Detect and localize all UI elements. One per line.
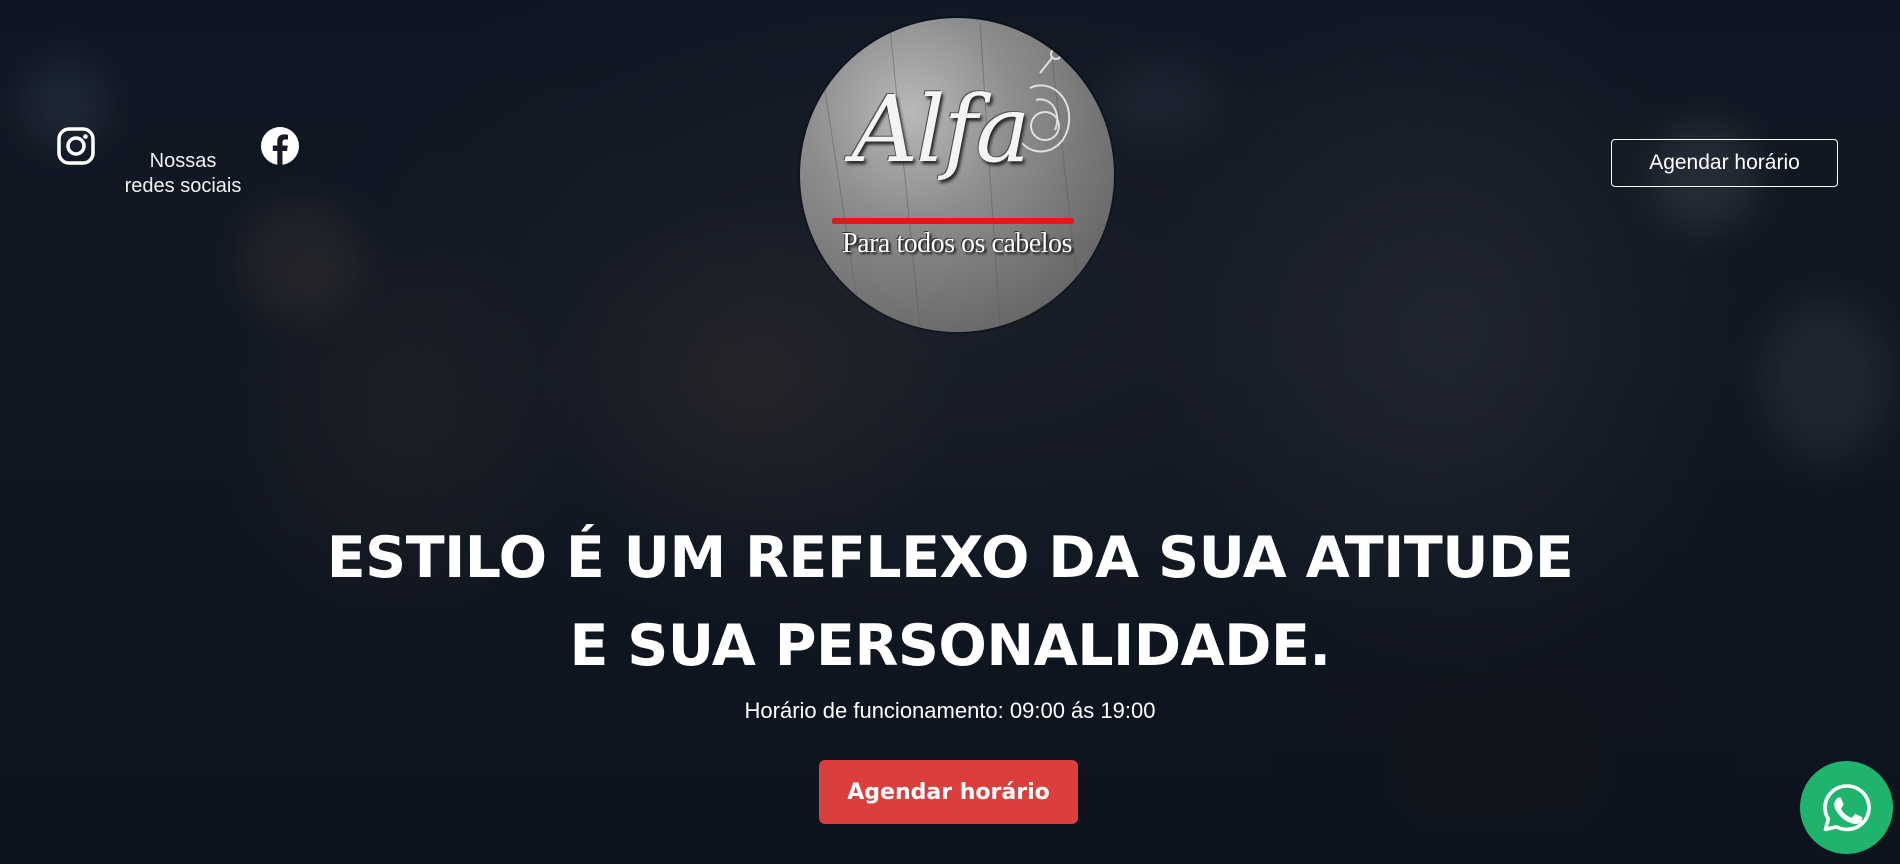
instagram-icon[interactable] [56,126,96,166]
social-links: Nossas redes sociais [56,126,316,206]
hero-section: Nossas redes sociais Alfa Para todos os … [0,0,1900,864]
headline-line-1: ESTILO É UM REFLEXO DA SUA ATITUDE [326,525,1574,591]
opening-hours: Horário de funcionamento: 09:00 ás 19:00 [744,698,1156,723]
whatsapp-icon[interactable] [1800,761,1893,854]
brand-logo[interactable]: Alfa Para todos os cabelos [800,18,1114,332]
schedule-button-header[interactable]: Agendar horário [1611,139,1838,187]
social-label: Nossas redes sociais [124,150,242,197]
hero-headline: ESTILO É UM REFLEXO DA SUA ATITUDE E SUA… [300,514,1600,690]
logo-accent-bar [832,218,1074,224]
headline-line-2: E SUA PERSONALIDADE. [569,613,1331,679]
logo-script-text: Alfa [851,76,1031,183]
logo-tagline: Para todos os cabelos [842,228,1072,259]
schedule-button-main[interactable]: Agendar horário [819,760,1078,824]
facebook-icon[interactable] [260,126,300,166]
